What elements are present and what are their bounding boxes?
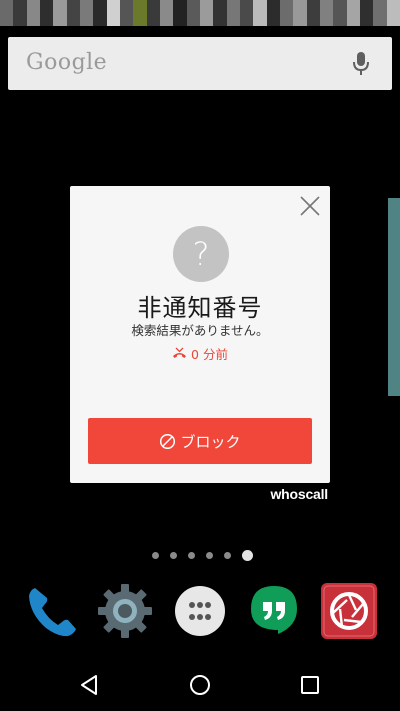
status-bar-pixel (279, 0, 294, 26)
status-bar-pixel (359, 0, 374, 26)
status-bar-pixel (346, 0, 360, 26)
unknown-caller-avatar: ? (173, 226, 229, 282)
navigation-bar (0, 658, 400, 711)
camera-app-icon[interactable] (320, 582, 378, 640)
status-bar-pixel (0, 0, 14, 26)
status-bar (0, 0, 400, 26)
page-dot (224, 551, 231, 559)
block-icon (160, 433, 176, 449)
block-button[interactable]: ブロック (88, 418, 312, 464)
status-bar-pixel (26, 0, 40, 26)
question-mark-icon: ? (192, 235, 210, 273)
caller-name: 非通知番号 (137, 294, 263, 322)
status-bar-pixel (213, 0, 227, 26)
status-bar-pixel (386, 0, 400, 26)
page-dot (188, 551, 195, 559)
page-dot (206, 551, 213, 559)
status-bar-pixel (319, 0, 334, 26)
status-bar-pixel (266, 0, 280, 26)
app-drawer-icon (175, 586, 225, 636)
page-dot-active (242, 549, 253, 561)
google-search-bar[interactable]: Google (8, 37, 392, 90)
google-logo: Google (26, 50, 108, 75)
page-dot (152, 551, 159, 559)
close-icon[interactable] (298, 194, 322, 218)
back-icon[interactable] (76, 672, 102, 698)
block-button-label: ブロック (180, 432, 241, 451)
hangouts-icon (251, 586, 297, 634)
status-bar-pixel (173, 0, 187, 26)
status-bar-pixel (253, 0, 267, 26)
edge-panel[interactable] (388, 198, 400, 396)
mic-icon[interactable] (352, 51, 370, 77)
settings-app-icon[interactable] (96, 582, 154, 640)
search-result-text: 検索結果がありません。 (131, 323, 269, 338)
caller-id-popup: ? 非通知番号 検索結果がありません。 0 分前 ブロック (70, 186, 330, 483)
page-indicator (152, 549, 253, 561)
call-time-row: 0 分前 (70, 344, 330, 363)
status-bar-pixel (13, 0, 27, 26)
phone-app-icon[interactable] (22, 582, 80, 640)
status-bar-pixel (146, 0, 160, 26)
status-bar-pixel (119, 0, 134, 26)
status-bar-pixel (79, 0, 94, 26)
status-bar-pixel (226, 0, 240, 26)
status-bar-pixel (93, 0, 107, 26)
settings-gear-icon (98, 584, 152, 638)
phone-icon (29, 588, 76, 637)
home-icon[interactable] (187, 672, 213, 698)
status-bar-pixel (39, 0, 54, 26)
status-bar-pixel (106, 0, 120, 26)
hangouts-app-icon[interactable] (245, 582, 303, 640)
missed-call-icon (173, 347, 187, 358)
status-bar-pixel (373, 0, 387, 26)
whoscall-logo: whoscall (270, 486, 328, 502)
status-bar-pixel (53, 0, 67, 26)
status-bar-pixel (186, 0, 200, 26)
status-bar-pixel (133, 0, 147, 26)
app-drawer-button[interactable] (171, 582, 229, 640)
status-bar-pixel (159, 0, 174, 26)
status-bar-pixel (66, 0, 80, 26)
status-bar-pixel (333, 0, 347, 26)
page-dot (170, 551, 177, 559)
status-bar-pixel (306, 0, 320, 26)
call-time: 0 分前 (191, 347, 228, 362)
status-bar-pixel (293, 0, 307, 26)
status-bar-pixel (239, 0, 254, 26)
status-bar-pixel (199, 0, 214, 26)
camera-shutter-icon (321, 583, 377, 639)
recents-icon[interactable] (297, 672, 323, 698)
